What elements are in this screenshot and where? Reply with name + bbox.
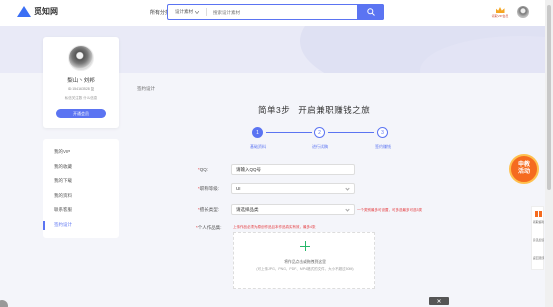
- upload-title: 将作品点击或拖拽到这里: [284, 260, 326, 264]
- sidemenu-item-support[interactable]: 联系客服: [43, 203, 119, 218]
- sidemenu-item-profile[interactable]: 我的资料: [43, 189, 119, 204]
- upload-subtitle: (可上传JPG、PNG、PDF、MP4格式的文件，大小不超过50M): [256, 267, 354, 271]
- page-title: 简单3步 开启兼职赚钱之旅: [258, 104, 370, 116]
- level-select[interactable]: UI: [231, 183, 355, 194]
- side-tool-welfare[interactable]: 领取福利: [532, 220, 545, 225]
- type-select-value: 请选择品类: [236, 206, 259, 212]
- logo-text: 觅知网: [34, 7, 58, 16]
- logo-icon: [17, 6, 31, 17]
- chevron-down-icon: [345, 186, 350, 191]
- site-logo[interactable]: 觅知网: [17, 6, 58, 17]
- step-connector: [266, 132, 312, 133]
- level-label: *职称等级:: [198, 186, 220, 191]
- level-select-value: UI: [236, 186, 241, 191]
- qq-label: *QQ:: [198, 167, 209, 172]
- step-connector: [328, 132, 374, 133]
- profile-stats: 私信关注数 什么信息: [64, 96, 98, 100]
- page-scrollbar[interactable]: [545, 0, 553, 307]
- scrollbar-thumb[interactable]: [547, 5, 551, 190]
- side-menu: 我的VIP 我的收藏 我的下载 我的资料 联系客服 签约设计: [43, 139, 119, 238]
- type-label: *擅长类型:: [198, 207, 220, 212]
- gift-icon[interactable]: [535, 211, 542, 217]
- search-bar: 设计素材: [167, 4, 384, 20]
- qq-input-value: 请输入QQ号: [236, 166, 262, 172]
- sidemenu-item-contract[interactable]: 签约设计: [43, 218, 119, 233]
- profile-id: ID:154163528 复: [67, 87, 95, 91]
- chevron-down-icon: [345, 207, 350, 212]
- user-avatar[interactable]: [517, 6, 529, 18]
- sidemenu-item-downloads[interactable]: 我的下载: [43, 174, 119, 189]
- corner-float-button[interactable]: [0, 300, 8, 307]
- plus-icon: [300, 241, 310, 251]
- breadcrumb: 签约设计: [137, 86, 155, 91]
- step-3-label: 签约赚钱: [375, 144, 391, 149]
- type-hint: 一个类别最多可设置，可多选最多可选3类: [357, 208, 422, 212]
- type-select[interactable]: 请选择品类: [231, 204, 355, 215]
- promo-activity-button[interactable]: 申教 活动: [509, 154, 539, 184]
- open-vip-button[interactable]: 开通会员: [56, 109, 106, 118]
- works-label: *个人作品集:: [196, 225, 222, 230]
- step-1-label: 基础资料: [250, 144, 266, 149]
- search-button[interactable]: [357, 4, 384, 20]
- side-tool-top[interactable]: 返回顶部: [532, 256, 545, 261]
- search-input[interactable]: [213, 9, 333, 15]
- upload-dropzone[interactable]: 将作品点击或拖拽到这里 (可上传JPG、PNG、PDF、MP4格式的文件，大小不…: [233, 232, 375, 289]
- vip-promo-badge[interactable]: 领取VIP会员: [492, 7, 508, 19]
- vip-promo-label: 领取VIP会员: [491, 14, 509, 18]
- step-2-circle: 2: [314, 127, 325, 138]
- chevron-down-icon: [195, 10, 199, 14]
- step-progress: 1 2 3 基础资料 进行试稿 签约赚钱: [249, 127, 394, 153]
- search-icon: [366, 8, 375, 16]
- close-chip[interactable]: [429, 297, 449, 305]
- sidemenu-item-my-vip[interactable]: 我的VIP: [43, 145, 119, 160]
- side-tool-feedback[interactable]: 意见反馈: [532, 238, 545, 243]
- step-title-sub: 开启兼职赚钱之旅: [298, 105, 371, 115]
- top-header: 觅知网 所有分类 设计素材 领取VIP会员: [0, 0, 553, 26]
- profile-avatar: [68, 45, 94, 71]
- qq-input[interactable]: 请输入QQ号: [231, 164, 355, 175]
- step-1-circle: 1: [252, 127, 263, 138]
- promo-line2: 活动: [517, 169, 530, 175]
- profile-card: 梨山丶刘邦 ID:154163528 复 私信关注数 什么信息 开通会员: [43, 37, 119, 128]
- profile-name: 梨山丶刘邦: [67, 78, 95, 84]
- step-2-label: 进行试稿: [312, 144, 328, 149]
- sidemenu-item-favorites[interactable]: 我的收藏: [43, 160, 119, 175]
- search-type-dropdown[interactable]: 设计素材: [168, 8, 207, 16]
- step-3-circle: 3: [377, 127, 388, 138]
- side-toolbar: 领取福利 意见反馈 返回顶部: [531, 206, 544, 270]
- close-icon: [437, 299, 441, 303]
- search-type-label: 设计素材: [175, 9, 193, 14]
- crown-icon: [495, 7, 505, 13]
- works-hint: 上传作品必须为原创作品且本作品真实有效，最多4张: [233, 225, 316, 229]
- promo-line1: 申教: [517, 162, 530, 168]
- step-title-main: 简单3步: [258, 105, 291, 115]
